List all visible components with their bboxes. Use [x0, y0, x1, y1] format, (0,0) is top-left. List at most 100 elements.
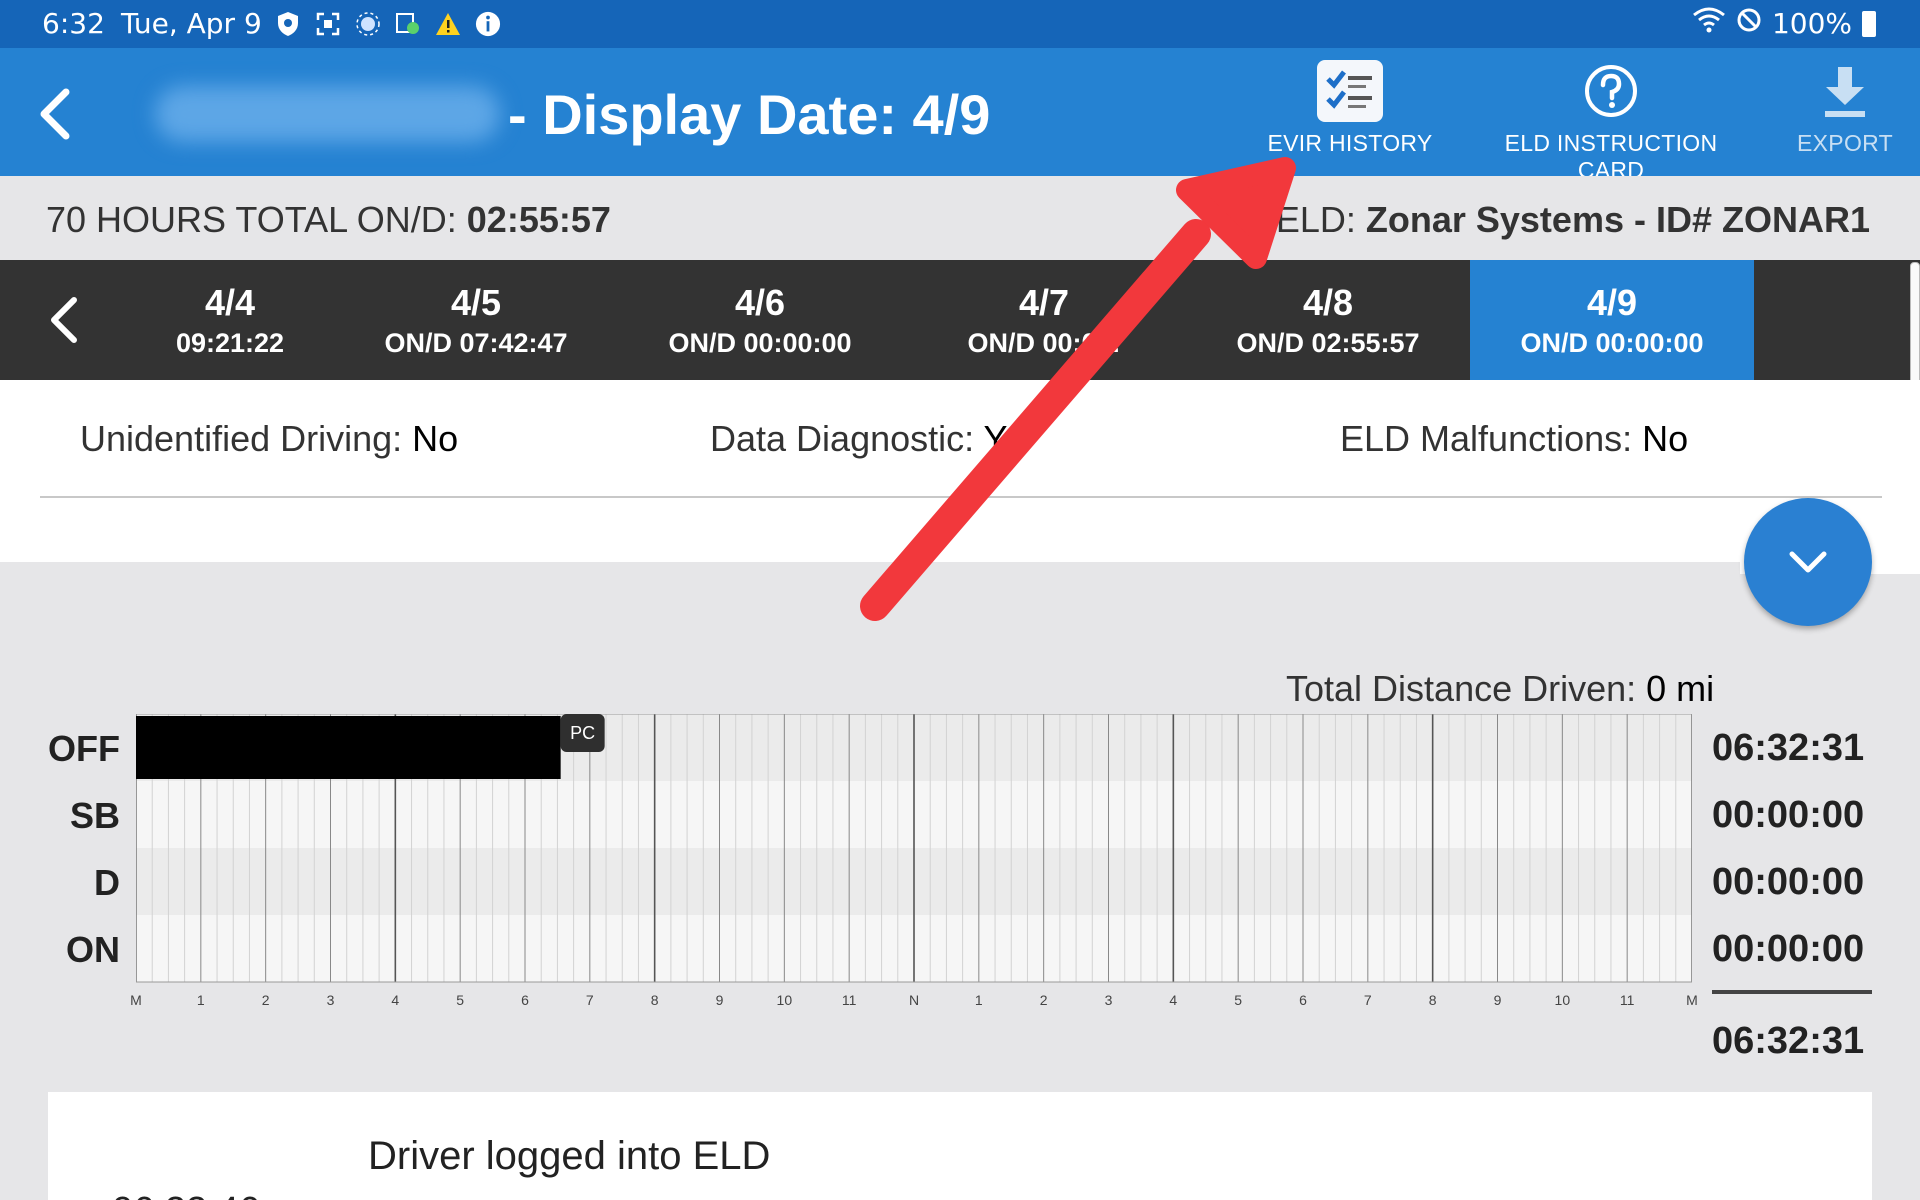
checklist-icon — [1317, 60, 1383, 122]
hour-tick-label: 9 — [1493, 992, 1502, 1008]
hours-total: 70 HOURS TOTAL ON/D: 02:55:57 — [46, 199, 611, 241]
status-segment — [136, 716, 561, 779]
brightness-icon — [355, 10, 381, 38]
total-off: 06:32:31 — [1712, 727, 1865, 769]
event-description: Driver logged into ELD — [368, 1134, 771, 1178]
date-tab-4-5[interactable]: 4/5 ON/D 07:42:47 — [334, 260, 618, 380]
data-diagnostic-value: Y — [983, 418, 1008, 459]
help-icon — [1578, 60, 1644, 122]
hour-tick-label: 10 — [1554, 992, 1571, 1008]
pc-badge: PC — [560, 714, 605, 752]
evir-history-button[interactable]: EVIR HISTORY — [1262, 60, 1438, 157]
hour-tick-label: 11 — [1619, 992, 1635, 1008]
eld-id: ELD: Zonar Systems - ID# ZONAR1 — [1276, 199, 1870, 241]
date-tab-hours: ON/D 02:55:57 — [1236, 328, 1420, 358]
hours-summary-row: 70 HOURS TOTAL ON/D: 02:55:57 ELD: Zonar… — [0, 176, 1920, 260]
hour-tick-label: 7 — [1363, 992, 1372, 1008]
hour-tick-label: 6 — [521, 992, 529, 1008]
hour-tick-label: 10 — [776, 992, 793, 1008]
hour-tick-label: 2 — [261, 992, 270, 1008]
hour-tick-label: 4 — [391, 992, 400, 1008]
date-tab-hours: ON/D 00:00:00 — [1520, 328, 1704, 358]
diagnostics-panel: Unidentified Driving: No Data Diagnostic… — [0, 380, 1920, 574]
date-tab-hours: ON/D 07:42:47 — [384, 328, 568, 358]
eld-label: ELD: — [1275, 199, 1366, 240]
export-label: EXPORT — [1797, 130, 1893, 156]
date-tab-4-7[interactable]: 4/7 ON/D 00:00: — [902, 260, 1186, 380]
status-right: 100% — [1692, 7, 1876, 40]
date-tab-hours: ON/D 00:00:00 — [668, 328, 852, 358]
do-not-disturb-icon — [1736, 7, 1762, 40]
status-date: Tue, Apr 9 — [121, 7, 262, 40]
battery-level: 100% — [1771, 7, 1852, 40]
date-tab-4-4[interactable]: 4/4 09:21:22 — [88, 260, 372, 380]
hour-tick-label: 3 — [326, 992, 335, 1008]
row-label-off: OFF — [48, 728, 120, 769]
back-button[interactable] — [30, 78, 90, 148]
wifi-icon — [1692, 7, 1726, 40]
event-list-item[interactable]: Driver logged into ELD 06:22:46 — [48, 1092, 1872, 1200]
date-tab-4-8[interactable]: 4/8 ON/D 02:55:57 — [1186, 260, 1470, 380]
total-distance-value: 0 mi — [1646, 668, 1715, 709]
hour-tick-label: N — [908, 992, 920, 1008]
data-diagnostic: Data Diagnostic: Y — [710, 418, 1008, 460]
hour-tick-label: 4 — [1169, 992, 1178, 1008]
total-d: 00:00:00 — [1712, 861, 1865, 903]
date-tab-date: 4/5 — [450, 282, 502, 323]
date-tab-date: 4/8 — [1302, 282, 1354, 323]
app-bar: - Display Date: 4/9 EVIR HISTORY ELD INS… — [0, 48, 1920, 183]
chevron-left-icon — [40, 88, 70, 140]
hour-tick-label: 2 — [1039, 992, 1048, 1008]
total-on: 00:00:00 — [1712, 928, 1865, 970]
eld-value: Zonar Systems - ID# ZONAR1 — [1365, 199, 1870, 240]
date-tab-date: 4/6 — [734, 282, 786, 323]
hour-tick-label: 8 — [1428, 992, 1437, 1008]
expand-button[interactable] — [1744, 498, 1872, 626]
grand-total: 06:32:31 — [1712, 1020, 1865, 1062]
totals-divider — [1712, 990, 1872, 994]
hour-tick-label: 7 — [585, 992, 594, 1008]
unidentified-driving-value: No — [412, 418, 459, 459]
data-diagnostic-label: Data Diagnostic: — [710, 418, 975, 459]
eld-malfunctions-value: No — [1642, 418, 1689, 459]
notification-icons — [275, 8, 501, 40]
battery-icon — [1862, 10, 1876, 37]
hour-tick-label: M — [130, 992, 142, 1008]
chevron-down-icon — [1789, 551, 1827, 573]
shield-icon — [275, 10, 301, 38]
hours-total-label: 70 HOURS TOTAL ON/D: — [46, 199, 467, 240]
info-icon — [475, 10, 501, 38]
hour-tick-label: 9 — [715, 992, 724, 1008]
eld-instruction-card-button[interactable]: ELD INSTRUCTION CARD — [1470, 60, 1752, 184]
hour-tick-label: M — [1686, 992, 1698, 1008]
evir-history-label: EVIR HISTORY — [1267, 130, 1433, 156]
clock: 6:32 — [42, 7, 105, 40]
date-tab-hours: ON/D 00:00: — [967, 328, 1121, 358]
hour-tick-label: 5 — [1234, 992, 1243, 1008]
hour-tick-label: 1 — [196, 992, 205, 1008]
eld-malfunctions-label: ELD Malfunctions: — [1340, 418, 1633, 459]
date-tab-4-6[interactable]: 4/6 ON/D 00:00:00 — [618, 260, 902, 380]
date-tab-date: 4/9 — [1586, 282, 1638, 323]
previous-dates-button[interactable] — [40, 288, 90, 352]
hour-tick-label: 5 — [456, 992, 465, 1008]
date-tab-hours: 09:21:22 — [175, 328, 285, 358]
unidentified-driving-label: Unidentified Driving: — [80, 418, 403, 459]
warning-icon — [435, 10, 461, 38]
sync-icon — [395, 10, 421, 38]
unidentified-driving: Unidentified Driving: No — [80, 418, 458, 460]
row-label-on: ON — [66, 929, 120, 970]
total-sb: 00:00:00 — [1712, 794, 1865, 836]
hour-tick-label: 3 — [1104, 992, 1113, 1008]
row-label-d: D — [94, 862, 120, 903]
eld-malfunctions: ELD Malfunctions: No — [1340, 418, 1688, 460]
chevron-left-icon — [51, 297, 77, 343]
page-title: - Display Date: 4/9 — [508, 83, 991, 146]
event-time: 06:22:46 — [112, 1190, 260, 1200]
date-tab-4-9[interactable]: 4/9 ON/D 00:00:00 — [1470, 260, 1754, 380]
date-tabs: 4/4 09:21:22 4/5 ON/D 07:42:47 4/6 ON/D 00:… — [0, 260, 1920, 380]
total-distance: Total Distance Driven: 0 mi — [1286, 668, 1714, 710]
row-label-sb: SB — [69, 795, 120, 836]
export-button[interactable]: EXPORT — [1790, 60, 1900, 157]
download-icon — [1812, 60, 1878, 122]
